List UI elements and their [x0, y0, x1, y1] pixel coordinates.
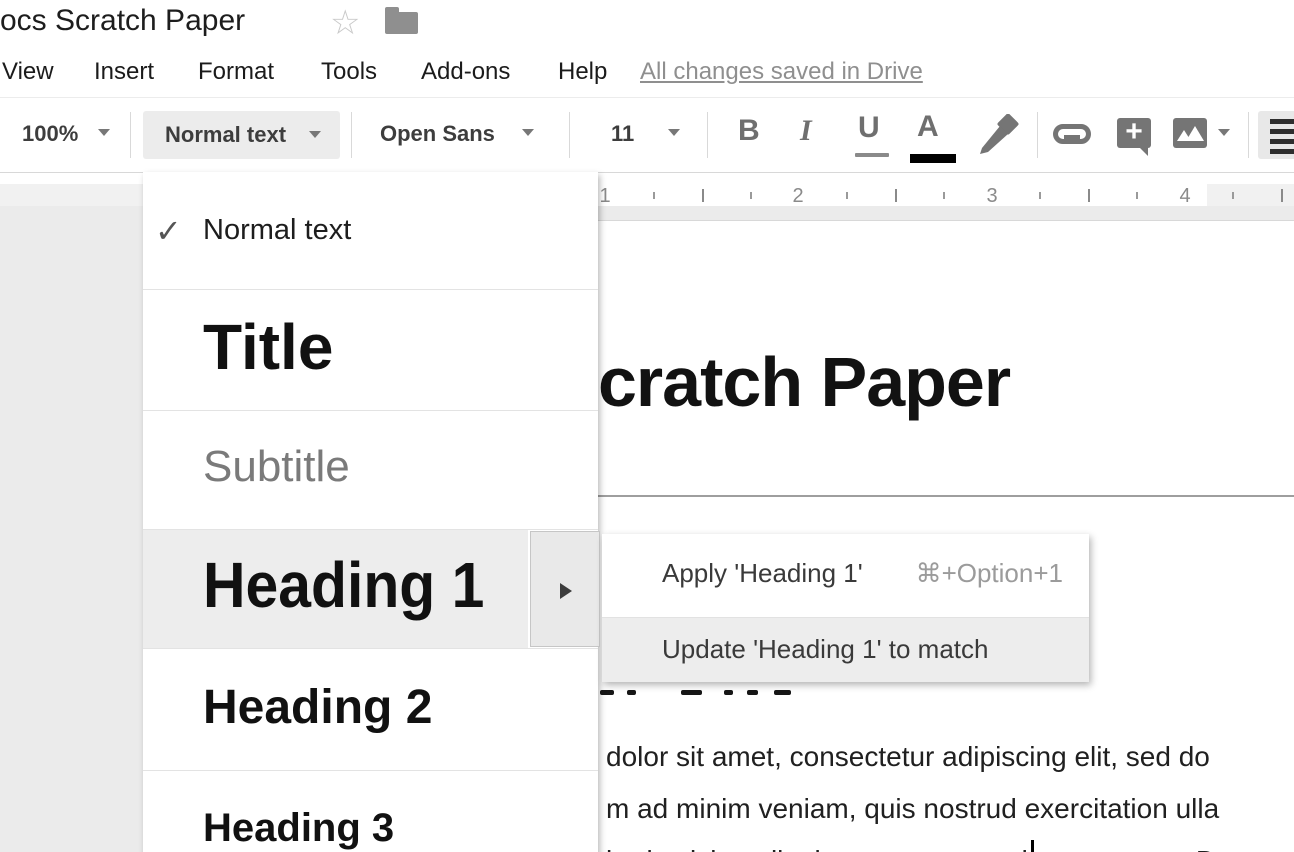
insert-image-icon[interactable] [1173, 118, 1207, 148]
document-canvas [598, 206, 1294, 221]
document-canvas [0, 206, 143, 852]
text-cursor [1031, 840, 1034, 852]
doc-text-line[interactable]: boris nisi ut aliquip ex ea commodo cons… [606, 845, 1216, 852]
paint-format-icon[interactable] [978, 114, 1022, 156]
occluded-heading-fragment [724, 690, 733, 695]
doc-text-line[interactable]: dolor sit amet, consectetur adipiscing e… [606, 741, 1210, 773]
ruler-tick [895, 189, 897, 202]
menu-item-heading2[interactable]: Heading 2 [203, 680, 658, 735]
toolbar: 100% Normal text Open Sans 11 B I U A [0, 97, 1294, 173]
ruler-tick [1039, 192, 1041, 199]
menu-format[interactable]: Format [198, 58, 274, 86]
menu-divider [143, 770, 598, 771]
font-chevron-down-icon[interactable] [522, 129, 534, 136]
text-color-button[interactable]: A [917, 110, 939, 144]
occluded-heading-fragment [747, 690, 758, 695]
menu-addons[interactable]: Add-ons [421, 58, 510, 86]
occluded-heading-fragment [774, 690, 791, 695]
paragraph-styles-menu: ✓ Normal text Title Subtitle Heading 1 H… [143, 172, 598, 852]
toolbar-separator [130, 112, 131, 158]
toolbar-separator [707, 112, 708, 158]
bold-button[interactable]: B [738, 114, 760, 148]
zoom-chevron-down-icon[interactable] [98, 129, 110, 136]
italic-button[interactable]: I [800, 114, 812, 148]
document-title[interactable]: ocs Scratch Paper [0, 4, 245, 38]
menu-item-heading3[interactable]: Heading 3 [203, 806, 658, 851]
horizontal-rule [598, 495, 1294, 497]
align-button[interactable] [1258, 111, 1294, 159]
menu-divider [143, 410, 598, 411]
toolbar-separator [1248, 112, 1249, 158]
menu-view[interactable]: View [2, 58, 54, 86]
apply-heading1-item[interactable]: Apply 'Heading 1' [662, 558, 863, 589]
ruler-tick [846, 192, 848, 199]
menu-divider [143, 289, 598, 290]
style-chevron-down-icon [309, 131, 321, 138]
menu-item-normal-text[interactable]: Normal text [203, 214, 658, 247]
align-icon [1270, 119, 1294, 124]
menu-item-title[interactable]: Title [203, 310, 658, 384]
doc-text-line[interactable]: m ad minim veniam, quis nostrud exercita… [606, 793, 1219, 825]
text-color-swatch [910, 154, 956, 163]
star-icon[interactable]: ☆ [330, 6, 360, 40]
zoom-select[interactable]: 100% [22, 121, 78, 147]
doc-body-title[interactable]: cratch Paper [598, 342, 1010, 422]
font-size-select[interactable]: 11 [611, 121, 634, 147]
toolbar-separator [569, 112, 570, 158]
insert-link-icon[interactable] [1053, 124, 1091, 144]
update-heading1-item[interactable]: Update 'Heading 1' to match [602, 618, 1089, 682]
font-select[interactable]: Open Sans [380, 121, 495, 147]
saved-status-link[interactable]: All changes saved in Drive [640, 58, 923, 86]
ruler-tick [653, 192, 655, 199]
image-chevron-down-icon[interactable] [1218, 129, 1230, 136]
ruler-number: 3 [986, 185, 997, 208]
ruler-tick [750, 192, 752, 199]
ruler-number: 4 [1179, 185, 1190, 208]
menu-divider [143, 648, 598, 649]
ruler-tick [1088, 189, 1090, 202]
ruler-number: 1 [599, 185, 610, 208]
ruler-page-area [598, 184, 1207, 206]
insert-comment-icon[interactable] [1117, 118, 1151, 148]
ruler-tick [1232, 192, 1234, 199]
menu-tools[interactable]: Tools [321, 58, 377, 86]
folder-icon[interactable] [385, 12, 418, 34]
submenu-arrow-icon [560, 583, 572, 599]
ruler-tick [1136, 192, 1138, 199]
heading1-submenu-arrow-button[interactable] [530, 531, 600, 647]
underline-bar [855, 153, 889, 157]
ruler-tick [702, 189, 704, 202]
underline-button[interactable]: U [858, 111, 880, 145]
ruler-tick [943, 192, 945, 199]
paragraph-style-value: Normal text [165, 122, 286, 148]
apply-heading1-shortcut: ⌘+Option+1 [916, 558, 1063, 589]
paragraph-style-select[interactable]: Normal text [143, 111, 340, 159]
ruler-tick [1281, 189, 1283, 202]
font-size-chevron-down-icon[interactable] [668, 129, 680, 136]
google-docs-window: ocs Scratch Paper ☆ View Insert Format T… [0, 0, 1294, 852]
occluded-heading-fragment [681, 690, 702, 695]
menu-help[interactable]: Help [558, 58, 607, 86]
ruler-number: 2 [792, 185, 803, 208]
toolbar-separator [351, 112, 352, 158]
toolbar-separator [1037, 112, 1038, 158]
menu-item-subtitle[interactable]: Subtitle [203, 442, 658, 492]
heading1-submenu: Apply 'Heading 1' ⌘+Option+1 Update 'Hea… [602, 534, 1089, 682]
menu-insert[interactable]: Insert [94, 58, 154, 86]
update-heading1-label: Update 'Heading 1' to match [662, 634, 988, 665]
